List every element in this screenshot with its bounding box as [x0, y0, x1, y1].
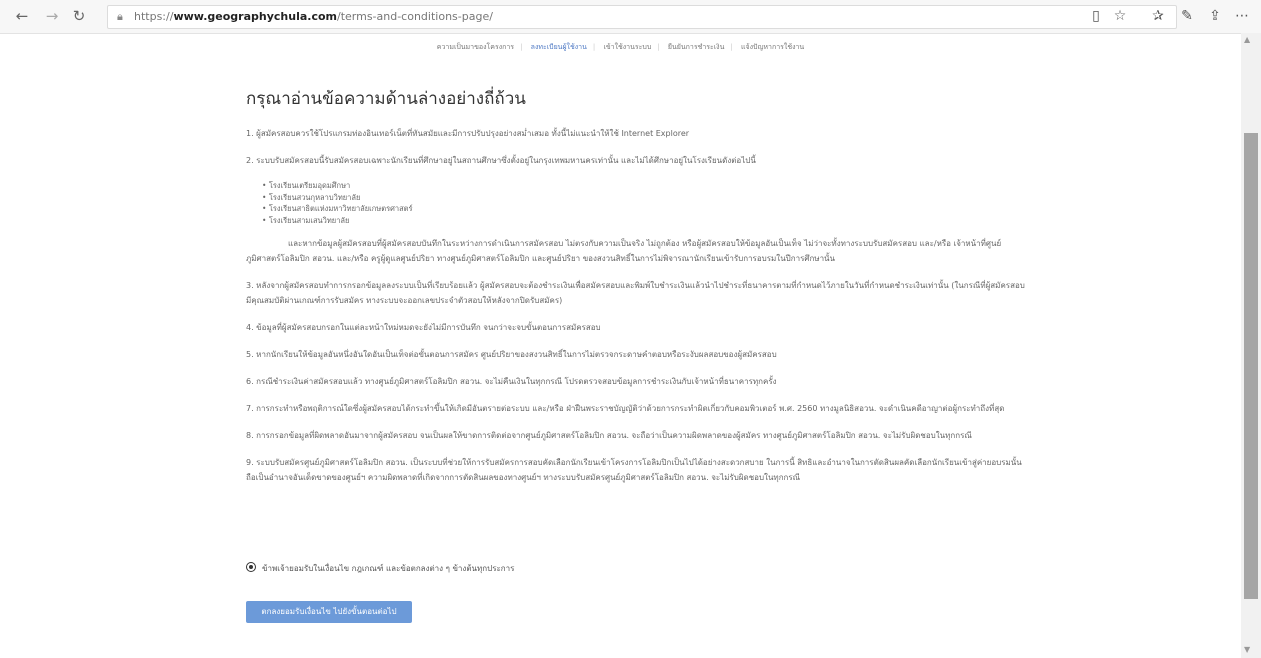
- excluded-schools-list: โรงเรียนเตรียมอุดมศึกษา โรงเรียนสวนกุหลา…: [262, 180, 1026, 226]
- pen-icon[interactable]: ✎: [1177, 6, 1197, 26]
- agree-label: ข้าพเจ้ายอมรับในเงื่อนไข กฎเกณฑ์ และข้อต…: [262, 564, 515, 573]
- step-report-problem[interactable]: แจ้งปัญหาการใช้งาน: [735, 43, 810, 51]
- accept-continue-button[interactable]: ตกลงยอมรับเงื่อนไข ไปยังขั้นตอนต่อไป: [246, 601, 412, 623]
- step-separator: |: [520, 43, 523, 51]
- term-7: 7. การกระทำหรือพฤติการณ์ใดซึ่งผู้สมัครสอ…: [246, 404, 1005, 413]
- share-icon[interactable]: ⇪: [1205, 6, 1225, 26]
- term-6: 6. กรณีชำระเงินค่าสมัครสอบแล้ว ทางศูนย์ภ…: [246, 377, 777, 386]
- back-icon[interactable]: ←: [12, 6, 32, 26]
- term-9: 9. ระบบรับสมัครศูนย์ภูมิศาสตร์โอลิมปิก ส…: [246, 458, 1022, 482]
- list-item: โรงเรียนสาธิตแห่งมหาวิทยาลัยเกษตรศาสตร์: [262, 203, 1026, 215]
- term-8: 8. การกรอกข้อมูลที่ผิดพลาดอันมาจากผู้สมั…: [246, 431, 972, 440]
- favorites-list-icon[interactable]: ✰: [1148, 6, 1168, 26]
- refresh-icon[interactable]: ↻: [69, 6, 89, 26]
- step-register[interactable]: ลงทะเบียนผู้ใช้งาน: [525, 43, 593, 51]
- step-separator: |: [730, 43, 733, 51]
- scrollbar-thumb[interactable]: [1244, 133, 1258, 599]
- term-3: 3. หลังจากผู้สมัครสอบทำการกรอกข้อมูลลงระ…: [246, 281, 1025, 305]
- reading-view-icon[interactable]: ▯: [1086, 6, 1106, 26]
- browser-toolbar: ← → ↻ 🔒︎ https://www.geographychula.com/…: [0, 0, 1261, 34]
- lock-icon: 🔒︎: [117, 10, 123, 23]
- agree-radio-option[interactable]: ข้าพเจ้ายอมรับในเงื่อนไข กฎเกณฑ์ และข้อต…: [246, 561, 514, 575]
- address-bar[interactable]: 🔒︎ https://www.geographychula.com/terms-…: [107, 5, 1177, 29]
- list-item: โรงเรียนสวนกุหลาบวิทยาลัย: [262, 192, 1026, 204]
- agree-radio-icon[interactable]: [246, 562, 256, 572]
- step-login[interactable]: เข้าใช้งานระบบ: [597, 43, 657, 51]
- list-item: โรงเรียนเตรียมอุดมศึกษา: [262, 180, 1026, 192]
- scroll-up-icon[interactable]: ▲: [1244, 35, 1250, 44]
- term-1: 1. ผู้สมัครสอบควรใช้โปรแกรมท่องอินเทอร์เ…: [246, 129, 690, 138]
- term-4: 4. ข้อมูลที่ผู้สมัครสอบกรอกในแต่ละหน้าให…: [246, 323, 601, 332]
- list-item: โรงเรียนสามเสนวิทยาลัย: [262, 215, 1026, 227]
- more-icon[interactable]: ⋯: [1232, 6, 1252, 26]
- url-text: https://www.geographychula.com/terms-and…: [134, 10, 493, 23]
- term-2: 2. ระบบรับสมัครสอบนี้รับสมัครสอบเฉพาะนัก…: [246, 156, 756, 165]
- term-2-note: และหากข้อมูลผู้สมัครสอบที่ผู้สมัครสอบบัน…: [246, 239, 1002, 263]
- page-title: กรุณาอ่านข้อความด้านล่างอย่างถี่ถ้วน: [246, 89, 526, 109]
- terms-content: กรุณาอ่านข้อความด้านล่างอย่างถี่ถ้วน 1. …: [246, 85, 1026, 497]
- step-separator: |: [592, 43, 596, 51]
- scroll-down-icon[interactable]: ▼: [1244, 645, 1250, 654]
- favorite-star-icon[interactable]: ☆: [1110, 6, 1130, 26]
- forward-icon[interactable]: →: [42, 6, 62, 26]
- step-background[interactable]: ความเป็นมาของโครงการ: [431, 43, 520, 51]
- term-5: 5. หากนักเรียนให้ข้อมูลอันหนึ่งอันใดอันเ…: [246, 350, 777, 359]
- step-separator: |: [657, 43, 660, 51]
- step-confirm-payment[interactable]: ยืนยันการชำระเงิน: [662, 43, 731, 51]
- registration-steps-nav: ความเป็นมาของโครงการ | ลงทะเบียนผู้ใช้งาน…: [0, 42, 1241, 53]
